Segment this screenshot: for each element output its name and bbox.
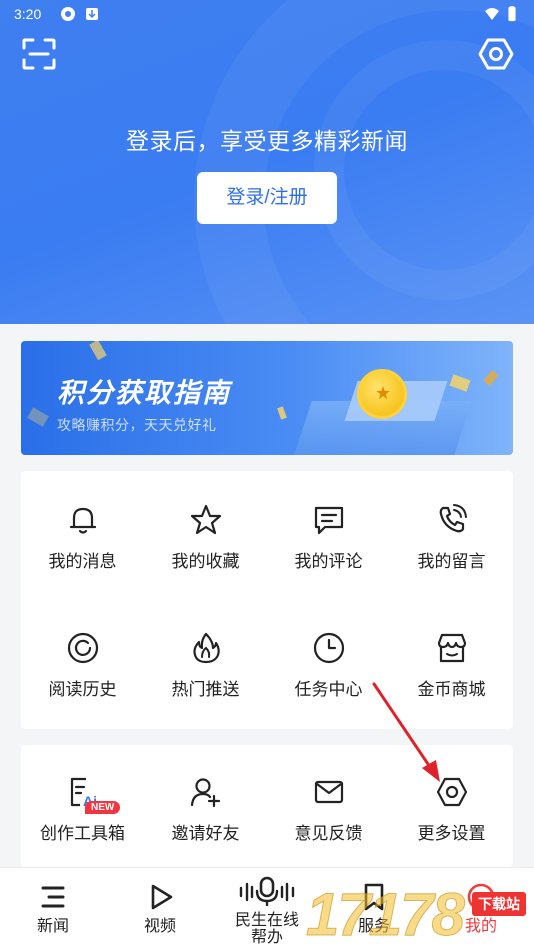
- menu-item-label: 阅读历史: [48, 680, 117, 699]
- tab-label: 视频: [143, 918, 176, 935]
- menu-item-label: 我的消息: [48, 552, 117, 571]
- menu-item-invite-friends[interactable]: 邀请好友: [144, 775, 267, 844]
- bottom-tab-bar: 新闻 视频 民生在线帮办 服务 我的: [0, 867, 534, 950]
- menu-item-favorites[interactable]: 我的收藏: [144, 503, 267, 572]
- profile-icon: [467, 883, 495, 911]
- status-bar: 3:20: [0, 0, 534, 28]
- new-badge: NEW: [85, 801, 121, 814]
- menu-item-label: 我的评论: [294, 552, 363, 571]
- annotation-arrow: [372, 682, 440, 782]
- menu-item-messages-left[interactable]: 我的留言: [390, 503, 513, 572]
- points-guide-banner[interactable]: ★ 积分获取指南 攻略赚积分，天天兑好礼: [21, 341, 513, 455]
- tab-label: 我的: [464, 918, 497, 935]
- bell-icon: [69, 507, 96, 534]
- history-icon: [67, 632, 98, 664]
- bookmark-icon: [364, 883, 384, 911]
- mail-icon: [314, 780, 343, 804]
- profile-header: 3:20 登录后，享受更多精彩新闻 登录/注册: [0, 0, 534, 324]
- tab-livelihood-online[interactable]: 民生在线帮办: [227, 876, 307, 946]
- play-icon: [151, 884, 173, 910]
- menu-item-label: 创作工具箱: [40, 824, 125, 843]
- menu-item-label: 邀请好友: [171, 824, 240, 843]
- menu-item-label: 热门推送: [171, 680, 240, 699]
- comment-icon: [314, 506, 343, 535]
- status-time: 3:20: [14, 6, 42, 22]
- banner-subtitle: 攻略赚积分，天天兑好礼: [57, 417, 217, 433]
- banner-title: 积分获取指南: [57, 378, 231, 408]
- banner-confetti: [449, 374, 471, 392]
- tab-news[interactable]: 新闻: [13, 882, 93, 935]
- banner-confetti: [89, 341, 107, 361]
- menu-item-hot-push[interactable]: 热门推送: [144, 631, 267, 700]
- menu-item-label: 更多设置: [417, 824, 486, 843]
- scan-icon[interactable]: [22, 38, 56, 70]
- tab-video[interactable]: 视频: [120, 882, 200, 935]
- app-notification-icon: [61, 7, 75, 21]
- store-icon: [437, 633, 466, 663]
- wifi-icon: [485, 8, 499, 20]
- menu-item-label: 我的收藏: [171, 552, 240, 571]
- menu-item-creation-toolbox[interactable]: Ai NEW 创作工具箱: [21, 775, 144, 844]
- gold-coin-icon: ★: [357, 369, 407, 419]
- phone-icon: [439, 504, 467, 533]
- menu-item-comments[interactable]: 我的评论: [267, 503, 390, 572]
- menu-item-label: 我的留言: [417, 552, 486, 571]
- banner-confetti: [483, 370, 499, 386]
- download-notification-icon: [86, 8, 98, 20]
- add-user-icon: [190, 778, 220, 808]
- tab-label: 新闻: [36, 918, 69, 935]
- tab-label: 民生在线帮办: [235, 912, 300, 946]
- microphone-icon: [239, 876, 295, 906]
- banner-confetti: [27, 407, 49, 427]
- star-icon: [190, 504, 221, 535]
- battery-icon: [508, 6, 516, 22]
- menu-item-history[interactable]: 阅读历史: [21, 631, 144, 700]
- menu-item-label: 意见反馈: [294, 824, 363, 843]
- settings-icon[interactable]: [478, 36, 514, 72]
- flame-icon: [192, 632, 220, 664]
- tab-label: 服务: [357, 918, 390, 935]
- login-register-button[interactable]: 登录/注册: [197, 172, 337, 224]
- menu-item-messages[interactable]: 我的消息: [21, 503, 144, 572]
- news-icon: [41, 886, 65, 908]
- login-prompt-text: 登录后，享受更多精彩新闻: [126, 128, 408, 154]
- banner-confetti: [277, 406, 287, 420]
- clock-icon: [313, 632, 344, 664]
- tab-services[interactable]: 服务: [334, 882, 414, 935]
- tab-mine[interactable]: 我的: [441, 882, 521, 935]
